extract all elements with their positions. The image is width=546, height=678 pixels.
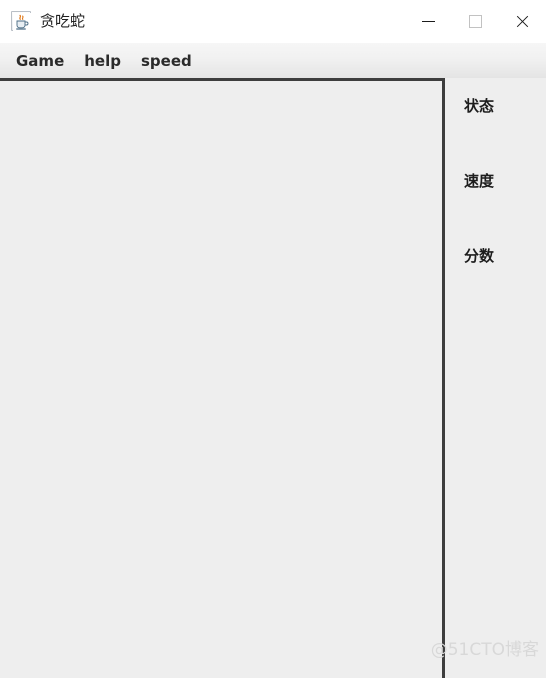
minimize-icon xyxy=(422,21,435,22)
close-icon xyxy=(515,14,530,29)
menu-item-speed[interactable]: speed xyxy=(132,49,201,73)
window-controls xyxy=(405,0,546,43)
game-board-panel[interactable] xyxy=(0,78,445,678)
menu-bar: Game help speed xyxy=(0,43,546,78)
close-button[interactable] xyxy=(499,0,546,43)
score-label: 分数 xyxy=(464,247,495,265)
snake-game-window: 贪吃蛇 Game help speed 状态 速度 分数 @51CTO博客 xyxy=(0,0,546,678)
watermark: @51CTO博客 xyxy=(430,640,539,660)
title-bar: 贪吃蛇 xyxy=(0,0,546,43)
menu-item-help[interactable]: help xyxy=(75,49,130,73)
speed-label: 速度 xyxy=(464,172,495,190)
java-coffee-cup-icon xyxy=(11,11,31,31)
content-area: 状态 速度 分数 xyxy=(0,78,546,678)
maximize-icon xyxy=(469,15,482,28)
window-title: 贪吃蛇 xyxy=(40,12,86,30)
status-side-panel: 状态 速度 分数 xyxy=(445,78,546,678)
minimize-button[interactable] xyxy=(405,0,452,43)
status-label: 状态 xyxy=(464,97,495,115)
menu-item-game[interactable]: Game xyxy=(7,49,73,73)
title-bar-left: 贪吃蛇 xyxy=(11,8,85,34)
maximize-button[interactable] xyxy=(452,0,499,43)
